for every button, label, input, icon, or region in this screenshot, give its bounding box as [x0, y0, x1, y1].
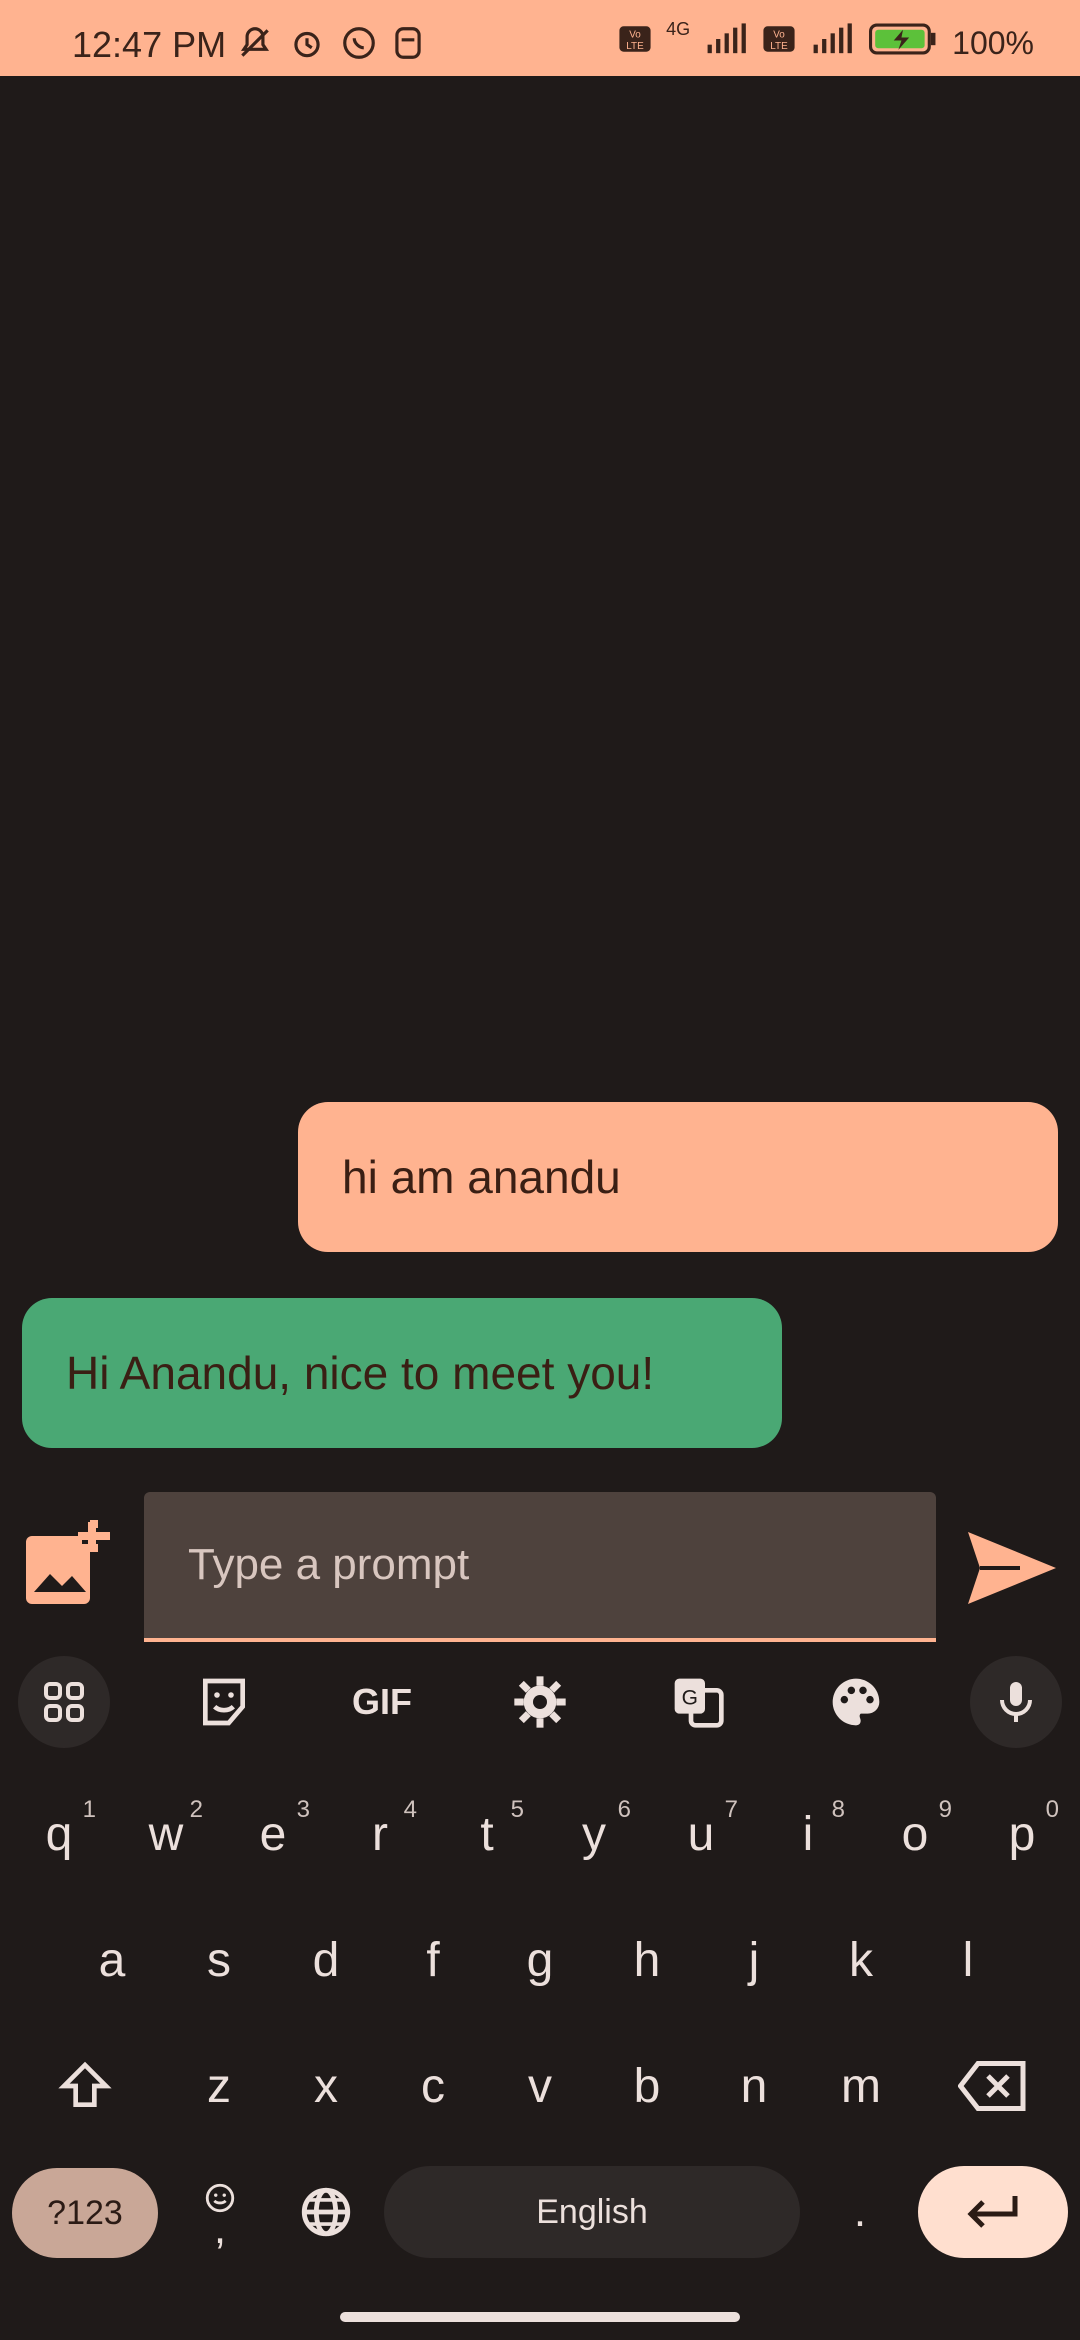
key-w[interactable]: w2 — [121, 1784, 211, 1884]
sticker-icon — [203, 1678, 245, 1726]
add-image-button[interactable] — [22, 1520, 114, 1612]
signal-icon-2 — [810, 22, 854, 64]
shift-icon — [58, 2061, 112, 2107]
send-icon — [968, 1532, 1056, 1604]
battery-charging-icon — [868, 22, 938, 64]
key-b[interactable]: b — [602, 2036, 692, 2136]
globe-icon — [301, 2187, 351, 2237]
keyboard-row-1: q1 w2 e3 r4 t5 y6 u7 i8 o9 p0 — [0, 1784, 1080, 1884]
network-type-label: 4G — [666, 18, 691, 39]
gear-icon — [514, 1676, 566, 1728]
symbols-key[interactable]: ?123 — [12, 2168, 158, 2258]
language-key[interactable] — [286, 2166, 366, 2258]
sticker-button[interactable] — [178, 1656, 270, 1748]
key-d[interactable]: d — [281, 1910, 371, 2010]
translate-icon: G — [674, 1678, 724, 1728]
send-button[interactable] — [964, 1528, 1060, 1608]
keyboard-row-2: a s d f g h j k l — [0, 1910, 1080, 2010]
translate-button[interactable]: G — [652, 1656, 744, 1748]
key-t[interactable]: t5 — [442, 1784, 532, 1884]
voice-input-button[interactable] — [970, 1656, 1062, 1748]
status-time: 12:47 PM — [72, 24, 227, 65]
apps-grid-icon — [44, 1682, 84, 1722]
whatsapp-icon — [340, 24, 378, 67]
apps-grid-button[interactable] — [18, 1656, 110, 1748]
key-l[interactable]: l — [923, 1910, 1013, 2010]
key-o[interactable]: o9 — [870, 1784, 960, 1884]
palette-icon — [832, 1678, 880, 1726]
enter-key[interactable] — [918, 2166, 1068, 2258]
signal-icon — [704, 22, 748, 64]
bot-message-bubble: Hi Anandu, nice to meet you! — [22, 1298, 782, 1448]
mute-icon — [236, 24, 274, 67]
key-p[interactable]: p0 — [977, 1784, 1067, 1884]
key-x[interactable]: x — [281, 2036, 371, 2136]
user-message-text: hi am anandu — [342, 1151, 621, 1203]
microphone-icon — [1000, 1682, 1032, 1722]
add-image-icon — [26, 1520, 110, 1604]
key-u[interactable]: u7 — [656, 1784, 746, 1884]
key-r[interactable]: r4 — [335, 1784, 425, 1884]
prompt-input[interactable] — [144, 1492, 936, 1638]
user-message-bubble: hi am anandu — [298, 1102, 1058, 1252]
volte-icon: Vo LTE — [618, 22, 652, 64]
svg-text:LTE: LTE — [770, 41, 788, 52]
period-key[interactable]: . — [820, 2166, 900, 2258]
key-g[interactable]: g — [495, 1910, 585, 2010]
key-n[interactable]: n — [709, 2036, 799, 2136]
shift-key[interactable] — [40, 2036, 130, 2136]
alarm-icon — [288, 24, 326, 67]
enter-icon — [967, 2196, 1018, 2228]
bot-message-text: Hi Anandu, nice to meet you! — [66, 1347, 655, 1399]
key-y[interactable]: y6 — [549, 1784, 639, 1884]
key-h[interactable]: h — [602, 1910, 692, 2010]
emoji-comma-key[interactable]: , — [180, 2166, 260, 2258]
key-f[interactable]: f — [388, 1910, 478, 2010]
home-indicator[interactable] — [340, 2312, 740, 2322]
prompt-field[interactable] — [144, 1492, 936, 1642]
key-q[interactable]: q1 — [14, 1784, 104, 1884]
key-i[interactable]: i8 — [763, 1784, 853, 1884]
key-c[interactable]: c — [388, 2036, 478, 2136]
settings-button[interactable] — [494, 1656, 586, 1748]
svg-text:LTE: LTE — [626, 41, 644, 52]
svg-text:Vo: Vo — [773, 30, 785, 41]
theme-button[interactable] — [810, 1656, 902, 1748]
key-m[interactable]: m — [816, 2036, 906, 2136]
gif-button[interactable]: GIF — [336, 1656, 428, 1748]
space-key[interactable]: English — [384, 2166, 800, 2258]
backspace-icon — [958, 2061, 1026, 2111]
keyboard-row-3: z x c v b n m — [0, 2036, 1080, 2136]
status-bar: 12:47 PM Vo LTE 4G Vo LTE 100% — [0, 0, 1080, 76]
key-v[interactable]: v — [495, 2036, 585, 2136]
svg-text:Vo: Vo — [629, 30, 641, 41]
key-j[interactable]: j — [709, 1910, 799, 2010]
key-e[interactable]: e3 — [228, 1784, 318, 1884]
key-a[interactable]: a — [67, 1910, 157, 2010]
key-s[interactable]: s — [174, 1910, 264, 2010]
keyboard-toolbar: GIF G — [0, 1656, 1080, 1756]
battery-percent: 100% — [952, 24, 1034, 61]
backspace-key[interactable] — [948, 2036, 1038, 2136]
volte-icon-2: Vo LTE — [762, 22, 796, 64]
key-z[interactable]: z — [174, 2036, 264, 2136]
app-notification-icon — [392, 24, 424, 67]
key-k[interactable]: k — [816, 1910, 906, 2010]
svg-text:G: G — [682, 1686, 698, 1709]
